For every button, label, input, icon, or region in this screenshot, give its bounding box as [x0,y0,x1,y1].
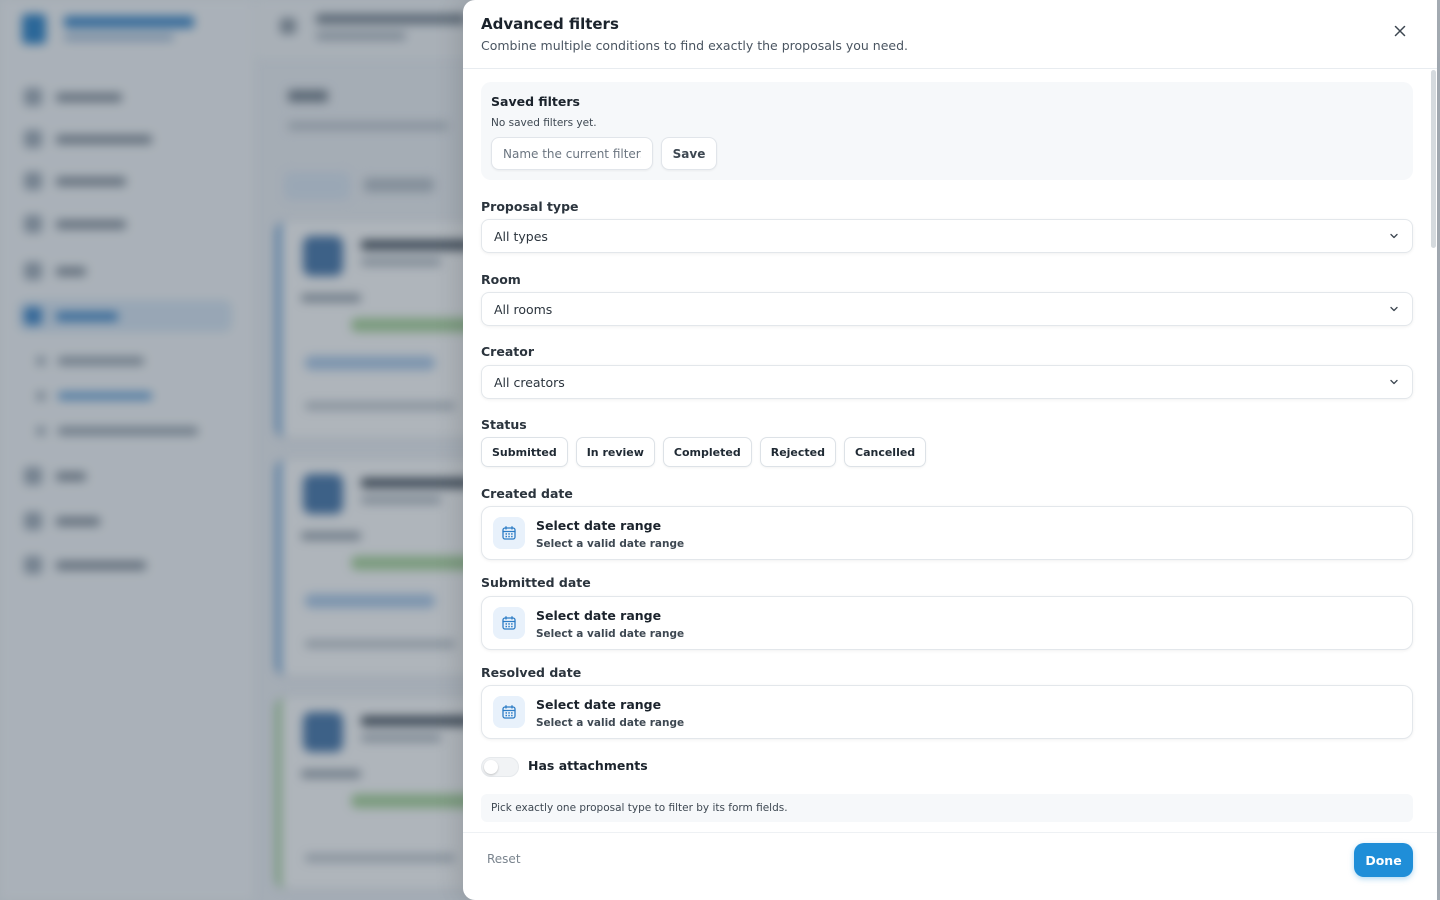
filter-name-input[interactable] [491,137,653,170]
info-text: Pick exactly one proposal type to filter… [491,802,788,814]
close-button[interactable] [1389,20,1411,42]
advanced-filters-modal: Advanced filters Combine multiple condit… [463,0,1437,900]
modal-body[interactable]: Saved filters No saved filters yet. Save… [463,69,1437,832]
date-range-hint: Select a valid date range [536,628,685,640]
modal-footer: Reset Done [463,832,1437,900]
modal-header: Advanced filters Combine multiple condit… [463,0,1437,69]
status-chip-rejected[interactable]: Rejected [759,437,836,467]
chevron-down-icon [1390,306,1398,312]
status-chip-group: Submitted In review Completed Rejected C… [481,437,927,467]
saved-filters-empty: No saved filters yet. [491,117,597,129]
status-chip-cancelled[interactable]: Cancelled [844,437,927,467]
chevron-down-icon [1390,379,1398,385]
date-range-title: Select date range [536,697,662,712]
creator-select[interactable]: All creators [481,365,1413,399]
date-range-hint: Select a valid date range [536,717,685,729]
saved-filters-panel: Saved filters No saved filters yet. Save [481,82,1413,180]
calendar-icon [493,696,525,728]
calendar-icon [493,607,525,639]
calendar-icon [493,517,525,549]
done-button[interactable]: Done [1354,843,1413,877]
toggle-knob [484,760,498,774]
chevron-down-icon [1390,233,1398,239]
status-chip-submitted[interactable]: Submitted [481,437,568,467]
created-date-label: Created date [481,486,573,501]
room-label: Room [481,272,521,287]
save-filter-button[interactable]: Save [661,137,717,170]
room-value: All rooms [494,302,553,317]
proposal-type-label: Proposal type [481,199,579,214]
proposal-type-value: All types [494,229,548,244]
status-label: Status [481,417,527,432]
close-icon [1394,25,1406,37]
submitted-date-label: Submitted date [481,575,591,590]
created-date-picker[interactable]: Select date range Select a valid date ra… [481,506,1413,560]
date-range-hint: Select a valid date range [536,538,685,550]
room-select[interactable]: All rooms [481,292,1413,326]
date-range-title: Select date range [536,608,662,623]
modal-subtitle: Combine multiple conditions to find exac… [481,38,909,53]
modal-title: Advanced filters [481,15,619,33]
status-chip-in-review[interactable]: In review [575,437,655,467]
submitted-date-picker[interactable]: Select date range Select a valid date ra… [481,596,1413,650]
has-attachments-label: Has attachments [528,758,648,773]
date-range-title: Select date range [536,518,662,533]
proposal-type-select[interactable]: All types [481,219,1413,253]
status-chip-completed[interactable]: Completed [662,437,752,467]
reset-button[interactable]: Reset [487,852,521,866]
resolved-date-picker[interactable]: Select date range Select a valid date ra… [481,685,1413,739]
scrollbar-thumb[interactable] [1431,70,1436,248]
has-attachments-toggle[interactable] [481,757,519,777]
creator-label: Creator [481,344,534,359]
creator-value: All creators [494,375,565,390]
info-bar: Pick exactly one proposal type to filter… [481,794,1413,822]
saved-filters-title: Saved filters [491,94,580,109]
resolved-date-label: Resolved date [481,665,582,680]
